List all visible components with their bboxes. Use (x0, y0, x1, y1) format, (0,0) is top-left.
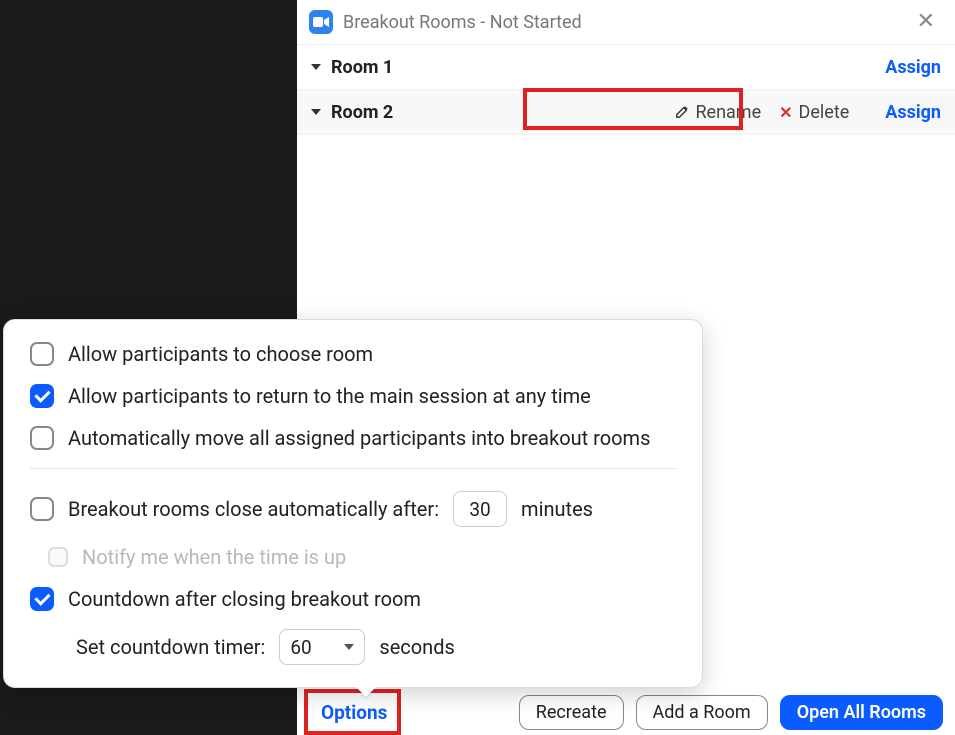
option-auto-move[interactable]: Automatically move all assigned particip… (30, 426, 676, 450)
options-button[interactable]: Options (309, 695, 399, 730)
option-auto-close[interactable]: Breakout rooms close automatically after… (30, 491, 676, 527)
close-icon[interactable]: ✕ (909, 7, 943, 37)
rename-button[interactable]: Rename (675, 102, 761, 123)
checkbox[interactable] (30, 384, 54, 408)
room-name: Room 1 (331, 57, 393, 78)
option-notify: Notify me when the time is up (30, 545, 676, 569)
option-label: Allow participants to return to the main… (68, 384, 591, 408)
option-label-pre: Set countdown timer: (76, 635, 265, 659)
assign-button[interactable]: Assign (885, 57, 941, 78)
options-popover: Allow participants to choose room Allow … (3, 319, 703, 688)
option-timer: Set countdown timer: 60 seconds (30, 629, 676, 665)
add-room-button[interactable]: Add a Room (636, 695, 768, 730)
assign-button[interactable]: Assign (885, 102, 941, 123)
open-all-rooms-button[interactable]: Open All Rooms (780, 695, 943, 730)
option-label-post: seconds (379, 635, 454, 659)
rename-label: Rename (695, 102, 761, 123)
option-label: Notify me when the time is up (82, 545, 346, 569)
checkbox[interactable] (30, 497, 54, 521)
checkbox (48, 547, 68, 567)
action-bar: Options Recreate Add a Room Open All Roo… (297, 689, 955, 735)
window-title: Breakout Rooms - Not Started (343, 12, 582, 33)
timer-select[interactable]: 60 (279, 629, 365, 665)
option-choose-room[interactable]: Allow participants to choose room (30, 342, 676, 366)
chevron-down-icon (344, 644, 354, 650)
minutes-input[interactable]: 30 (453, 491, 507, 527)
option-label: Countdown after closing breakout room (68, 587, 421, 611)
room-row: Room 1 Assign (297, 45, 955, 90)
checkbox[interactable] (30, 426, 54, 450)
option-label: Automatically move all assigned particip… (68, 426, 650, 450)
option-label-post: minutes (521, 497, 593, 521)
chevron-down-icon[interactable] (311, 64, 321, 70)
option-label: Allow participants to choose room (68, 342, 373, 366)
rooms-list: Room 1 Assign Room 2 Rename ✕ Delete Ass… (297, 44, 955, 135)
timer-value: 60 (290, 636, 311, 659)
delete-button[interactable]: ✕ Delete (779, 102, 849, 123)
checkbox[interactable] (30, 342, 54, 366)
checkbox[interactable] (30, 587, 54, 611)
zoom-logo-icon (309, 10, 333, 34)
separator (30, 468, 676, 469)
chevron-down-icon[interactable] (311, 109, 321, 115)
pencil-icon (675, 105, 689, 119)
recreate-button[interactable]: Recreate (519, 695, 624, 730)
room-row: Room 2 Rename ✕ Delete Assign (297, 90, 955, 135)
option-countdown[interactable]: Countdown after closing breakout room (30, 587, 676, 611)
option-return-main[interactable]: Allow participants to return to the main… (30, 384, 676, 408)
titlebar: Breakout Rooms - Not Started ✕ (297, 0, 955, 44)
delete-label: Delete (799, 102, 850, 123)
x-icon: ✕ (779, 103, 792, 122)
room-name: Room 2 (331, 102, 393, 123)
option-label-pre: Breakout rooms close automatically after… (68, 497, 439, 521)
